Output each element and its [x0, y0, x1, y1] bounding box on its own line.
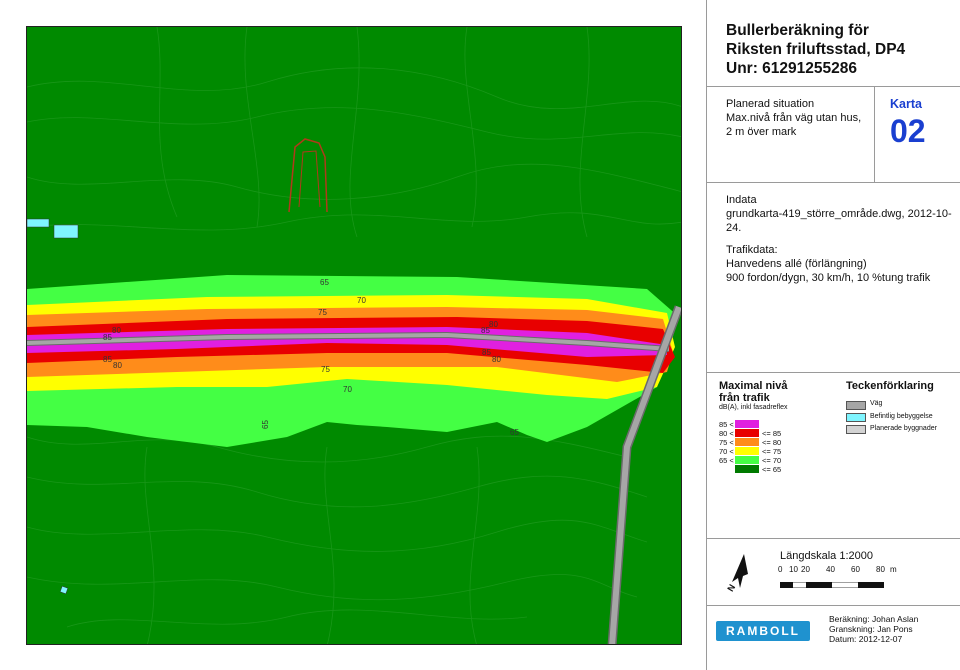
- divider: [706, 538, 960, 539]
- legend-swatch: [735, 438, 759, 446]
- scale-tick: 60: [851, 565, 860, 574]
- legend-high: <= 75: [762, 447, 782, 456]
- legend-low: 70 <: [719, 447, 734, 456]
- report-title: Bullerberäkning för Riksten friluftsstad…: [726, 21, 905, 78]
- legend-high: <= 70: [762, 456, 782, 465]
- legend-high: <= 85: [762, 429, 782, 438]
- scale-unit: m: [890, 565, 897, 574]
- noise-bands: [27, 275, 679, 447]
- situation-line: Max.nivå från väg utan hus,: [726, 112, 862, 124]
- scale-tick: 10: [789, 565, 798, 574]
- teckenforklaring-label: Väg: [870, 400, 883, 407]
- trafikdata-label: Trafikdata:: [726, 244, 778, 256]
- contour-label: 80: [112, 326, 121, 335]
- trafikdata: Trafikdata: Hanvedens allé (förlängning)…: [726, 243, 930, 285]
- panel-border: [706, 0, 707, 670]
- indata-file: grundkarta-419_större_område.dwg, 2012-1…: [726, 208, 952, 234]
- scale-tick: 80: [876, 565, 885, 574]
- legend-high: <= 80: [762, 438, 782, 447]
- contour-label: 85: [103, 355, 112, 364]
- divider: [874, 86, 875, 182]
- legend-title: Maximal nivå från trafik: [719, 380, 787, 404]
- ramboll-logo: RAMBOLL: [716, 621, 810, 641]
- credit-line: Datum: 2012-12-07: [829, 634, 903, 644]
- karta-label: Karta: [890, 97, 922, 111]
- legend-swatch: [735, 420, 759, 428]
- legend-high: <= 65: [762, 465, 782, 474]
- existing-building[interactable]: [53, 224, 79, 239]
- situation-line: 2 m över mark: [726, 126, 797, 138]
- credits: Beräkning: Johan Aslan Granskning: Jan P…: [829, 614, 918, 644]
- road-swatch: [846, 401, 866, 410]
- existing-building-swatch: [846, 413, 866, 422]
- contour-label: 70: [357, 296, 366, 305]
- trafikdata-details: 900 fordon/dygn, 30 km/h, 10 %tung trafi…: [726, 272, 931, 284]
- title-line: Bullerberäkning för: [726, 22, 869, 39]
- scale-tick: 0: [778, 565, 783, 574]
- situation-line: Planerad situation: [726, 98, 815, 110]
- legend-low: 75 <: [719, 438, 734, 447]
- indata: Indata grundkarta-419_större_område.dwg,…: [726, 193, 960, 235]
- legend-unit: dB(A), inkl fasadreflex: [719, 404, 788, 411]
- credit-line: Beräkning: Johan Aslan: [829, 614, 919, 624]
- divider: [706, 372, 960, 373]
- north-arrow-icon: N: [722, 552, 752, 597]
- planned-building-swatch: [846, 425, 866, 434]
- legend-low: 80 <: [719, 429, 734, 438]
- scale-tick: 20: [801, 565, 810, 574]
- karta-number: 02: [890, 113, 926, 149]
- contour-label: 80: [113, 361, 122, 370]
- contour-label: 70: [343, 385, 352, 394]
- contour-label: 85: [482, 348, 491, 357]
- contour-label: 65: [261, 420, 270, 429]
- teckenforklaring-title: Teckenförklaring: [846, 380, 934, 392]
- teckenforklaring-label: Planerade byggnader: [870, 425, 937, 432]
- contour-label: 75: [321, 365, 330, 374]
- contour-label: 75: [318, 308, 327, 317]
- legend-swatch: [735, 456, 759, 464]
- scale-bar: [779, 575, 885, 593]
- situation-description: Planerad situation Max.nivå från väg uta…: [726, 97, 861, 139]
- divider: [706, 182, 960, 183]
- divider: [706, 605, 960, 606]
- contour-label: 85: [481, 326, 490, 335]
- legend-low: 85 <: [719, 420, 734, 429]
- noise-map[interactable]: 65 70 75 80 85 80 85 85 80 85 80 75 70 6…: [26, 26, 682, 645]
- legend-swatch: [735, 465, 759, 473]
- scale-title: Längdskala 1:2000: [780, 550, 873, 562]
- scale-tick: 40: [826, 565, 835, 574]
- title-line: Riksten friluftsstad, DP4: [726, 41, 906, 58]
- title-line: Unr: 61291255286: [726, 60, 857, 77]
- legend-title-line: Maximal nivå: [719, 380, 788, 392]
- contour-label: 65: [510, 428, 519, 437]
- legend-swatch: [735, 447, 759, 455]
- legend-title-line: från trafik: [719, 392, 770, 404]
- teckenforklaring-label: Befintlig bebyggelse: [870, 413, 933, 420]
- trafikdata-road: Hanvedens allé (förlängning): [726, 258, 867, 270]
- divider: [706, 86, 960, 87]
- legend-low: 65 <: [719, 456, 734, 465]
- contour-label: 65: [320, 278, 329, 287]
- existing-building[interactable]: [27, 218, 50, 228]
- contour-label: 80: [492, 355, 501, 364]
- credit-line: Granskning: Jan Pons: [829, 624, 913, 634]
- legend-swatch: [735, 429, 759, 437]
- svg-text:N: N: [725, 583, 737, 592]
- contour-label: 85: [103, 333, 112, 342]
- indata-label: Indata: [726, 194, 757, 206]
- contour-label: 80: [489, 320, 498, 329]
